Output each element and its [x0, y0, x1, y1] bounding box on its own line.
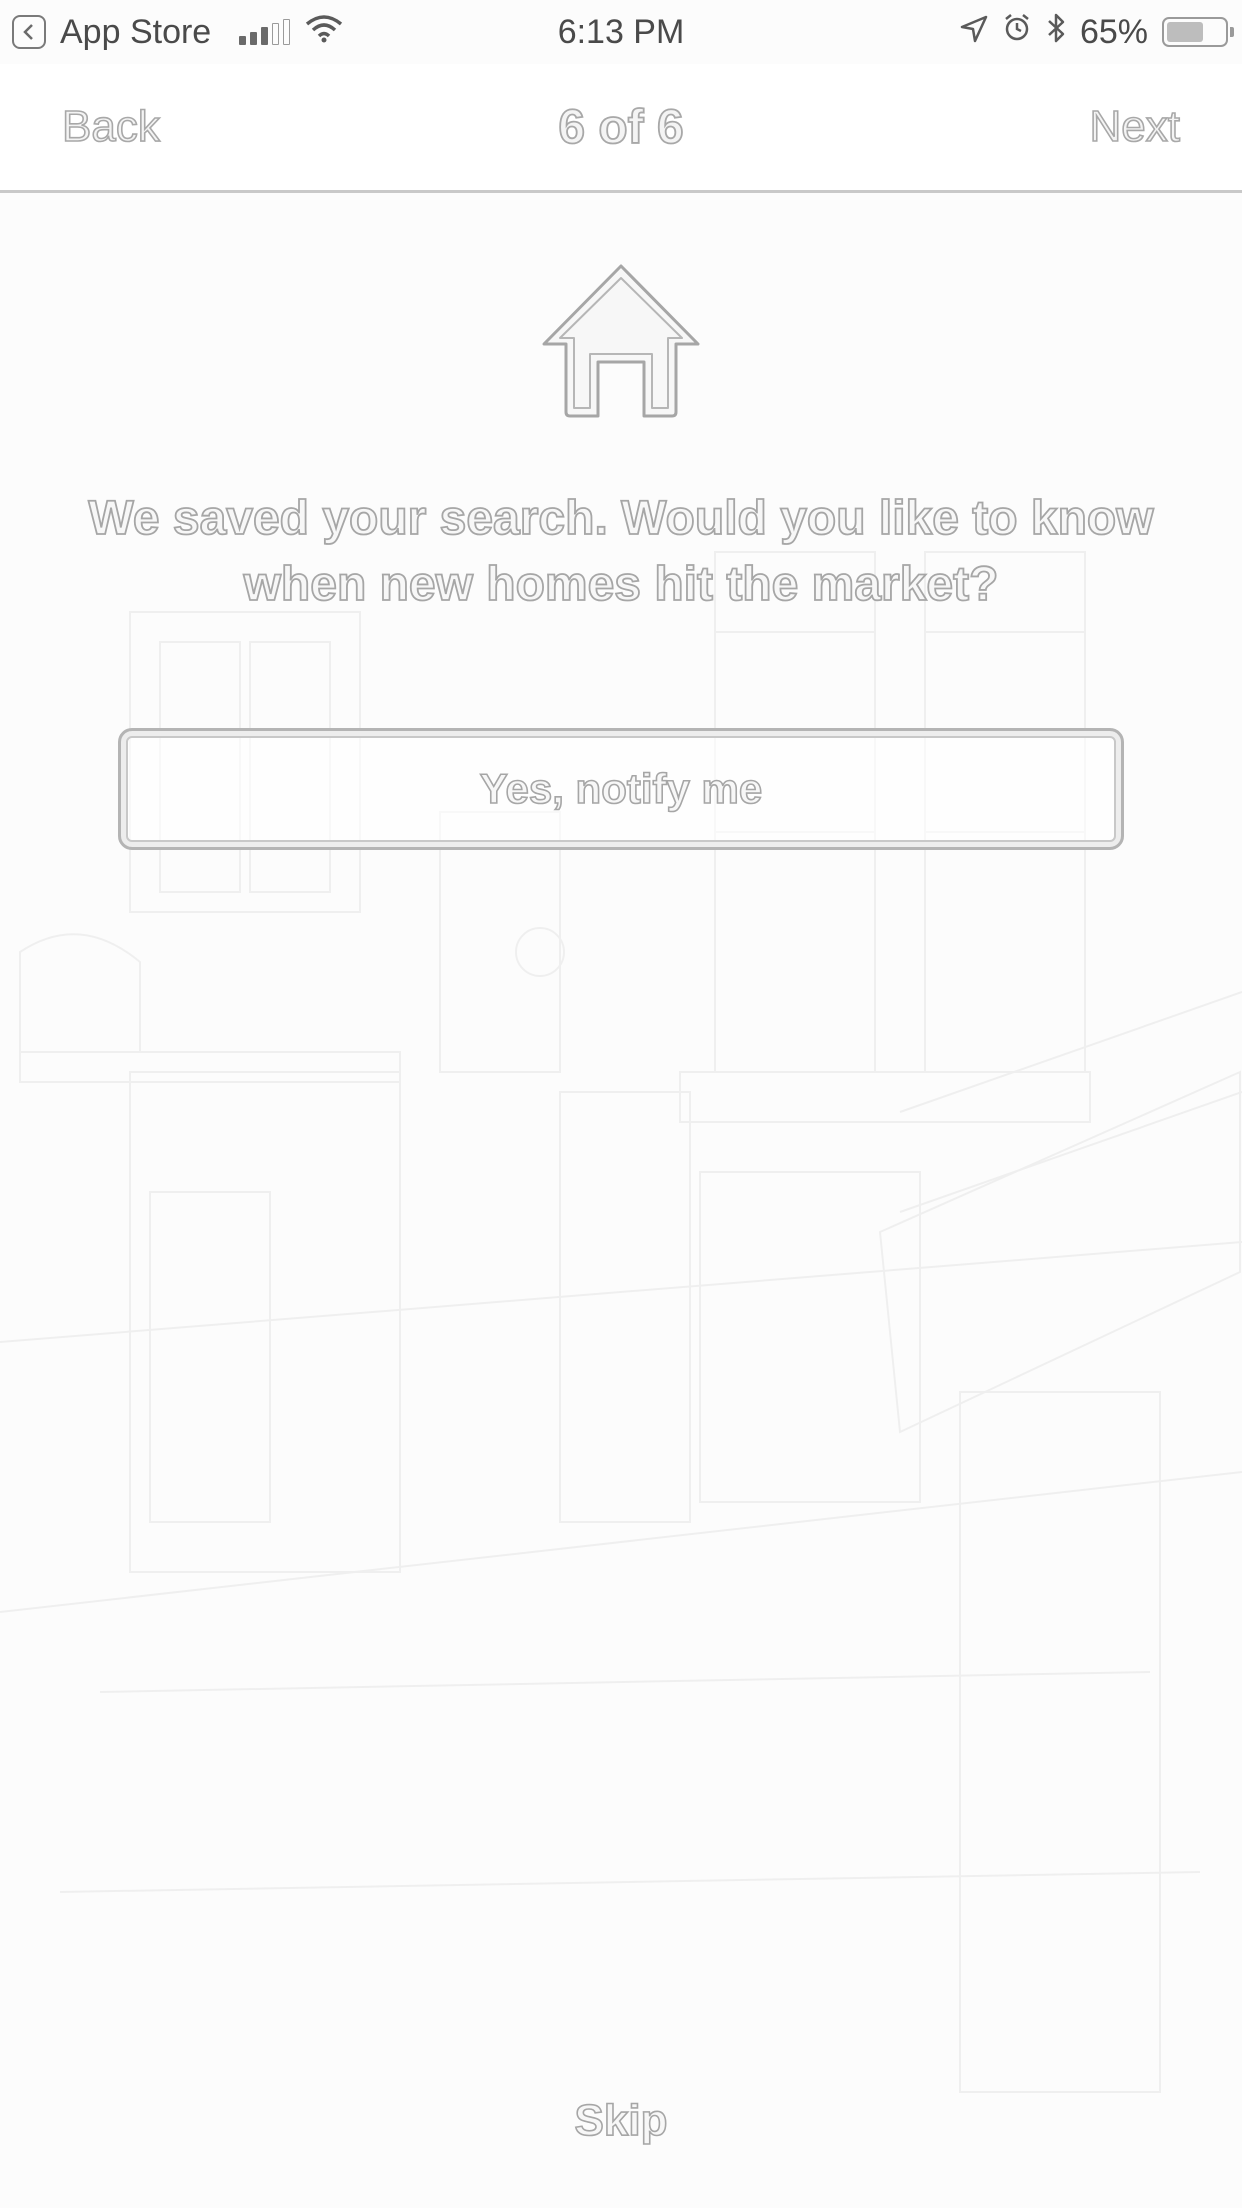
next-button[interactable]: Next: [1089, 101, 1181, 152]
battery-icon: [1162, 17, 1234, 47]
step-indicator: 6 of 6: [557, 100, 684, 155]
onboarding-screen: App Store 6:13 PM 65% Back 6 of 6 Next W…: [0, 0, 1242, 2208]
battery-fill: [1167, 22, 1204, 42]
skip-button[interactable]: Skip: [0, 2095, 1242, 2146]
location-arrow-icon: [960, 13, 988, 52]
nav-bar: Back 6 of 6 Next: [0, 64, 1242, 193]
save-search-prompt: We saved your search. Would you like to …: [88, 491, 1155, 612]
bluetooth-icon: [1046, 12, 1066, 53]
status-bar: App Store 6:13 PM 65%: [0, 0, 1242, 64]
battery-percentage: 65%: [1079, 12, 1148, 51]
house-icon: [542, 264, 700, 418]
notify-me-button[interactable]: Yes, notify me: [118, 728, 1124, 850]
alarm-icon: [1002, 13, 1032, 52]
notify-me-label: Yes, notify me: [479, 764, 763, 813]
